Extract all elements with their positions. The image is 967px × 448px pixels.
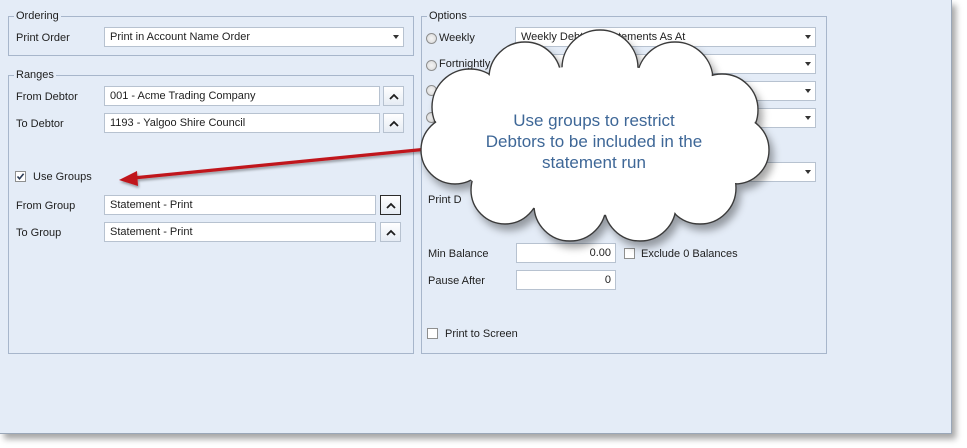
chevron-down-icon[interactable] — [805, 116, 811, 120]
print-order-value: Print in Account Name Order — [110, 31, 251, 43]
chevron-up-icon — [389, 93, 399, 100]
from-group-value: Statement - Print — [110, 199, 193, 211]
fortnightly-label[interactable]: Fortnightly — [439, 57, 490, 71]
use-groups-label[interactable]: Use Groups — [33, 170, 92, 184]
exclude-zero-checkbox[interactable] — [624, 248, 635, 259]
min-balance-field[interactable]: 0.00 — [516, 243, 616, 263]
from-group-lookup-button[interactable] — [380, 195, 401, 215]
from-debtor-field[interactable]: 001 - Acme Trading Company — [104, 86, 380, 106]
chevron-up-icon — [389, 120, 399, 127]
weekly-heading-select[interactable]: Weekly Debtors Statements As At — [515, 27, 816, 47]
ranges-title: Ranges — [14, 69, 56, 82]
from-debtor-value: 001 - Acme Trading Company — [110, 90, 256, 102]
fortnightly-heading-select[interactable]: nts As At — [515, 54, 816, 74]
callout-line-3: statement run — [542, 153, 646, 172]
min-balance-value: 0.00 — [589, 247, 611, 259]
chevron-down-icon[interactable] — [805, 170, 811, 174]
chevron-down-icon[interactable] — [805, 62, 811, 66]
statement-window: Ordering Print Order Print in Account Na… — [0, 0, 952, 434]
from-group-label: From Group — [16, 200, 76, 212]
pause-after-field[interactable]: 0 — [516, 270, 616, 290]
to-debtor-label: To Debtor — [16, 118, 64, 130]
callout-text: Use groups to restrict Debtors to be inc… — [454, 110, 734, 173]
callout-line-1: Use groups to restrict — [513, 111, 675, 130]
to-group-lookup-button[interactable] — [380, 222, 401, 242]
chevron-up-icon — [386, 202, 396, 209]
min-balance-label: Min Balance — [428, 248, 489, 260]
weekly-radio[interactable] — [426, 33, 437, 44]
callout-line-2: Debtors to be included in the — [485, 132, 703, 151]
print-order-label: Print Order — [16, 32, 70, 44]
ordering-title: Ordering — [14, 10, 61, 23]
exclude-zero-label[interactable]: Exclude 0 Balances — [641, 247, 738, 261]
options-title: Options — [427, 10, 469, 23]
weekly-heading-value: Weekly Debtors Statements As At — [521, 31, 686, 43]
chevron-down-icon[interactable] — [805, 89, 811, 93]
from-group-field[interactable]: Statement - Print — [104, 195, 376, 215]
other-radio[interactable] — [426, 112, 437, 123]
from-debtor-label: From Debtor — [16, 91, 78, 103]
chevron-down-icon[interactable] — [805, 35, 811, 39]
pause-after-value: 0 — [604, 274, 611, 286]
to-group-value: Statement - Print — [110, 226, 193, 238]
chevron-up-icon — [386, 229, 396, 236]
to-debtor-field[interactable]: 1193 - Yalgoo Shire Council — [104, 113, 380, 133]
to-debtor-value: 1193 - Yalgoo Shire Council — [110, 117, 246, 129]
to-group-field[interactable]: Statement - Print — [104, 222, 376, 242]
monthly-radio[interactable] — [426, 85, 437, 96]
check-icon — [16, 173, 25, 181]
from-debtor-lookup-button[interactable] — [383, 86, 404, 106]
fortnightly-heading-value: nts As At — [658, 58, 701, 70]
print-order-select[interactable]: Print in Account Name Order — [104, 27, 404, 47]
to-debtor-lookup-button[interactable] — [383, 113, 404, 133]
print-to-screen-label[interactable]: Print to Screen — [445, 327, 518, 341]
use-groups-checkbox[interactable] — [15, 171, 26, 182]
fortnightly-radio[interactable] — [426, 60, 437, 71]
print-option-label: Print D — [428, 194, 462, 206]
chevron-down-icon[interactable] — [393, 35, 399, 39]
pause-after-label: Pause After — [428, 275, 485, 287]
to-group-label: To Group — [16, 227, 62, 239]
weekly-label[interactable]: Weekly — [439, 31, 475, 45]
monthly-heading-select[interactable] — [515, 81, 816, 101]
print-to-screen-checkbox[interactable] — [427, 328, 438, 339]
